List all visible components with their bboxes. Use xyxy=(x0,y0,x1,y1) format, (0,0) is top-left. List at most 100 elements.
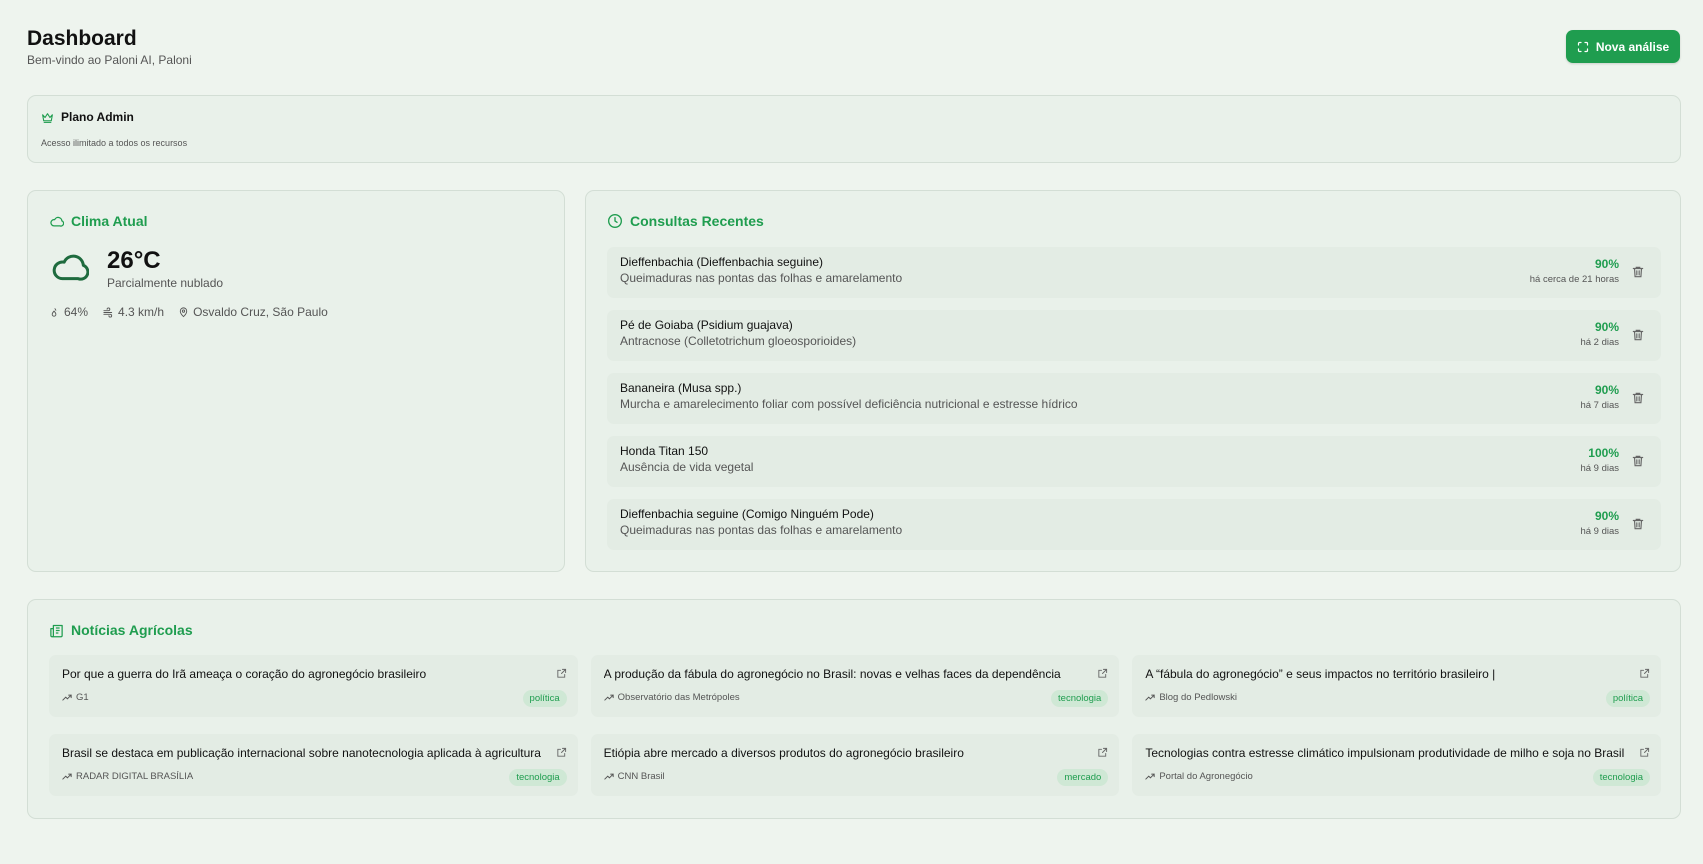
news-source: CNN Brasil xyxy=(603,771,665,782)
news-source-name: Blog do Pedlowski xyxy=(1159,692,1237,703)
temperature-value: 26°C xyxy=(107,247,161,274)
external-link-icon[interactable] xyxy=(1097,668,1108,679)
crown-icon xyxy=(42,112,53,123)
consultation-item[interactable]: Pé de Goiaba (Psidium guajava) Antracnos… xyxy=(607,310,1661,361)
news-item[interactable]: Tecnologias contra estresse climático im… xyxy=(1132,734,1661,796)
consultation-time: há 9 dias xyxy=(1580,526,1619,537)
scan-icon xyxy=(1577,41,1588,52)
location-stat: Osvaldo Cruz, São Paulo xyxy=(178,305,328,319)
news-source-name: CNN Brasil xyxy=(617,771,665,782)
news-tag: política xyxy=(1605,690,1650,707)
consultation-confidence: 90% xyxy=(1594,383,1619,397)
new-analysis-label: Nova análise xyxy=(1595,39,1670,54)
news-source-name: Portal do Agronegócio xyxy=(1159,771,1253,782)
consultation-diagnosis: Ausência de vida vegetal xyxy=(620,460,754,474)
consultation-name: Pé de Goiaba (Psidium guajava) xyxy=(620,318,793,332)
news-grid: Por que a guerra do Irã ameaça o coração… xyxy=(49,655,1661,796)
news-title: Notícias Agrícolas xyxy=(71,622,193,638)
clock-icon xyxy=(608,214,622,228)
cloud-icon xyxy=(50,216,64,227)
consultation-item[interactable]: Honda Titan 150 Ausência de vida vegetal… xyxy=(607,436,1661,487)
news-headline: Tecnologias contra estresse climático im… xyxy=(1145,746,1625,760)
news-headline: A produção da fábula do agronegócio no B… xyxy=(603,667,1061,681)
new-analysis-button[interactable]: Nova análise xyxy=(1566,30,1680,63)
news-tag: tecnologia xyxy=(509,769,567,786)
consultation-diagnosis: Antracnose (Colletotrichum gloeosporioid… xyxy=(620,334,857,348)
consultation-list: Dieffenbachia (Dieffenbachia seguine) Qu… xyxy=(607,247,1661,562)
trending-up-icon xyxy=(603,694,614,701)
plan-card: Plano Admin Acesso ilimitado a todos os … xyxy=(27,95,1681,163)
trash-icon[interactable] xyxy=(1631,328,1645,342)
news-card: Notícias Agrícolas Por que a guerra do I… xyxy=(27,599,1681,819)
trending-up-icon xyxy=(62,773,72,780)
temperature-row: 26°C Parcialmente nublado xyxy=(49,247,223,290)
news-source: Blog do Pedlowski xyxy=(1145,692,1237,703)
news-item[interactable]: Brasil se destaca em publicação internac… xyxy=(49,734,578,796)
consultation-item[interactable]: Dieffenbachia seguine (Comigo Ninguém Po… xyxy=(607,499,1661,550)
external-link-icon[interactable] xyxy=(1639,747,1650,758)
news-source: Portal do Agronegócio xyxy=(1145,771,1253,782)
news-tag: tecnologia xyxy=(1051,690,1109,707)
wind-stat: 4.3 km/h xyxy=(102,305,164,319)
humidity-stat: 64% xyxy=(49,305,88,319)
consultation-confidence: 90% xyxy=(1594,257,1619,271)
plan-description: Acesso ilimitado a todos os recursos xyxy=(41,138,188,148)
news-item[interactable]: Etiópia abre mercado a diversos produtos… xyxy=(590,734,1120,796)
humidity-value: 64% xyxy=(64,305,89,319)
consultation-time: há 2 dias xyxy=(1580,337,1619,348)
news-tag: mercado xyxy=(1057,769,1109,786)
news-headline: Por que a guerra do Irã ameaça o coração… xyxy=(62,667,427,681)
news-tag: política xyxy=(522,690,567,707)
consultation-time: há 9 dias xyxy=(1580,463,1619,474)
news-source-name: G1 xyxy=(76,692,89,703)
news-source: Observatório das Metrópoles xyxy=(603,692,740,703)
recent-title: Consultas Recentes xyxy=(630,213,764,229)
location-value: Osvaldo Cruz, São Paulo xyxy=(193,305,328,319)
consultation-time: há 7 dias xyxy=(1580,400,1619,411)
news-tag: tecnologia xyxy=(1592,769,1650,786)
recent-title-row: Consultas Recentes xyxy=(607,213,764,229)
news-headline: A “fábula do agronegócio” e seus impacto… xyxy=(1145,667,1496,681)
plan-title-row: Plano Admin xyxy=(41,110,134,124)
consultation-item[interactable]: Dieffenbachia (Dieffenbachia seguine) Qu… xyxy=(607,247,1661,298)
news-item[interactable]: A “fábula do agronegócio” e seus impacto… xyxy=(1132,655,1661,717)
trending-up-icon xyxy=(62,694,72,701)
trending-up-icon xyxy=(1145,773,1155,780)
weather-title: Clima Atual xyxy=(71,213,148,229)
trash-icon[interactable] xyxy=(1631,265,1645,279)
consultation-diagnosis: Murcha e amarelecimento foliar com possí… xyxy=(620,397,1078,411)
external-link-icon[interactable] xyxy=(1097,747,1108,758)
external-link-icon[interactable] xyxy=(556,747,567,758)
trash-icon[interactable] xyxy=(1631,391,1645,405)
weather-card: Clima Atual 26°C Parcialmente nublado 64… xyxy=(27,190,565,572)
droplets-icon xyxy=(51,307,57,317)
news-item[interactable]: A produção da fábula do agronegócio no B… xyxy=(590,655,1120,717)
news-source-name: Observatório das Metrópoles xyxy=(617,692,740,703)
news-item[interactable]: Por que a guerra do Irã ameaça o coração… xyxy=(49,655,578,717)
cloud-icon xyxy=(52,254,89,281)
news-headline: Etiópia abre mercado a diversos produtos… xyxy=(603,746,964,760)
map-pin-icon xyxy=(179,307,188,318)
consultation-confidence: 90% xyxy=(1594,320,1619,334)
news-headline: Brasil se destaca em publicação internac… xyxy=(62,746,541,760)
news-source: G1 xyxy=(62,692,89,703)
news-source-name: RADAR DIGITAL BRASÍLIA xyxy=(76,771,194,782)
wind-icon xyxy=(103,306,113,318)
external-link-icon[interactable] xyxy=(556,668,567,679)
page-subtitle: Bem-vindo ao Paloni AI, Paloni xyxy=(27,53,192,67)
external-link-icon[interactable] xyxy=(1639,668,1650,679)
trash-icon[interactable] xyxy=(1631,454,1645,468)
consultation-item[interactable]: Bananeira (Musa spp.) Murcha e amareleci… xyxy=(607,373,1661,424)
trending-up-icon xyxy=(603,773,614,780)
consultation-confidence: 100% xyxy=(1588,446,1619,460)
consultation-confidence: 90% xyxy=(1594,509,1619,523)
consultation-diagnosis: Queimaduras nas pontas das folhas e amar… xyxy=(620,523,903,537)
page-header: Dashboard Bem-vindo ao Paloni AI, Paloni… xyxy=(27,26,1680,67)
newspaper-icon xyxy=(50,624,63,637)
trending-up-icon xyxy=(1145,694,1155,701)
trash-icon[interactable] xyxy=(1631,517,1645,531)
consultation-name: Honda Titan 150 xyxy=(620,444,709,458)
weather-title-row: Clima Atual xyxy=(49,213,148,229)
consultation-name: Dieffenbachia seguine (Comigo Ninguém Po… xyxy=(620,507,874,521)
recent-consultations-card: Consultas Recentes Dieffenbachia (Dieffe… xyxy=(585,190,1681,572)
